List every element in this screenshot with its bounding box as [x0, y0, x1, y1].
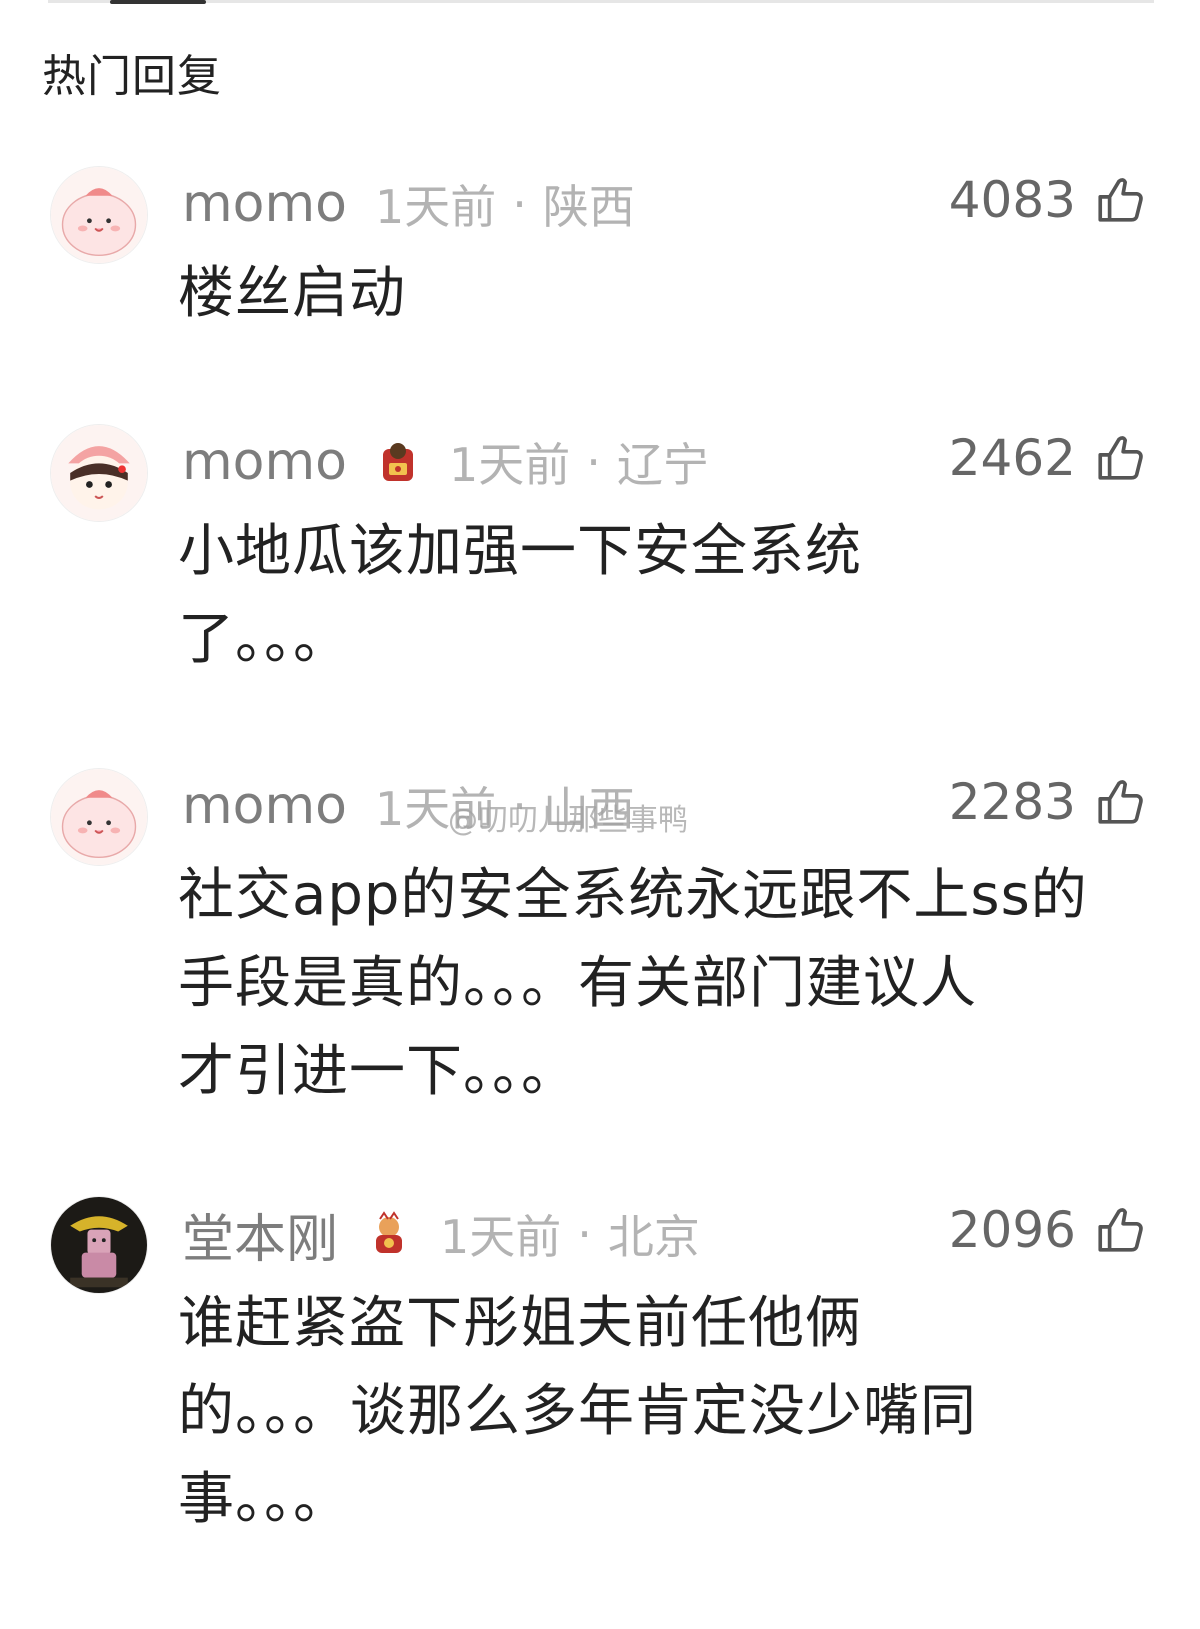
active-tab-indicator: [110, 0, 206, 4]
meta-separator: ·: [512, 177, 527, 231]
like-count: 2283: [948, 773, 1076, 831]
comment-line: 的。。。谈那么多年肯定没少嘴同: [178, 1379, 977, 1444]
meta-separator: ·: [586, 435, 601, 489]
girl-with-hat-avatar-icon: [51, 425, 147, 521]
thumbs-up-icon[interactable]: [1094, 432, 1146, 484]
username[interactable]: momo: [182, 776, 347, 836]
like-count: 2096: [948, 1201, 1076, 1259]
user-badge-icon: [375, 439, 421, 485]
avatar[interactable]: [50, 424, 148, 522]
username[interactable]: 堂本刚: [182, 1197, 338, 1272]
user-badge-icon: [366, 1211, 412, 1257]
pink-blob-avatar-icon: [51, 769, 147, 865]
comment-line: 谁赶紧盗下彤姐夫前任他俩: [178, 1291, 862, 1356]
like-count: 2462: [948, 429, 1076, 487]
comment-time: 1天前: [440, 1210, 562, 1264]
like-count: 4083: [948, 171, 1076, 229]
comment-location: 陕西: [542, 180, 635, 234]
comment-line: 了。。。: [178, 607, 350, 672]
comment-line: 社交app的安全系统永远跟不上ss的: [178, 863, 1088, 928]
avatar[interactable]: [50, 768, 148, 866]
dark-character-avatar-icon: [51, 1197, 147, 1293]
watermark: @叨叨儿那些事鸭: [448, 803, 688, 838]
username[interactable]: momo: [182, 174, 347, 234]
like-button[interactable]: 2462: [949, 428, 1146, 488]
thumbs-up-icon[interactable]: [1094, 1204, 1146, 1256]
comment-content: 楼丝启动: [178, 250, 1138, 338]
comment-line: 小地瓜该加强一下安全系统: [178, 519, 862, 584]
comment-line: 楼丝启动: [178, 261, 406, 326]
comment-location: 辽宁: [616, 438, 709, 492]
comment-content: 社交app的安全系统永远跟不上ss的 手段是真的。。。有关部门建议人 才引进一下…: [178, 852, 1138, 1116]
username[interactable]: momo: [182, 432, 347, 492]
avatar[interactable]: [50, 166, 148, 264]
pink-blob-avatar-icon: [51, 167, 147, 263]
like-button[interactable]: 2096: [949, 1200, 1146, 1260]
top-divider: [48, 0, 1154, 3]
like-button[interactable]: 4083: [949, 170, 1146, 230]
comment-content: 小地瓜该加强一下安全系统 了。。。: [178, 508, 1138, 684]
comment-location: 北京: [607, 1210, 700, 1264]
comment-time: 1天前: [448, 438, 571, 492]
like-button[interactable]: 2283: [949, 772, 1146, 832]
thumbs-up-icon[interactable]: [1094, 174, 1146, 226]
comment-line: 事。。。: [178, 1467, 350, 1532]
section-title: 热门回复: [42, 51, 222, 102]
thumbs-up-icon[interactable]: [1094, 776, 1146, 828]
comment-line: 手段是真的。。。有关部门建议人: [178, 951, 977, 1016]
meta-separator: ·: [577, 1207, 592, 1261]
comment-time: 1天前: [374, 180, 497, 234]
comment-line: 才引进一下。。。: [178, 1039, 578, 1104]
avatar[interactable]: [50, 1196, 148, 1294]
comment-content: 谁赶紧盗下彤姐夫前任他俩 的。。。谈那么多年肯定没少嘴同 事。。。: [178, 1280, 1138, 1544]
